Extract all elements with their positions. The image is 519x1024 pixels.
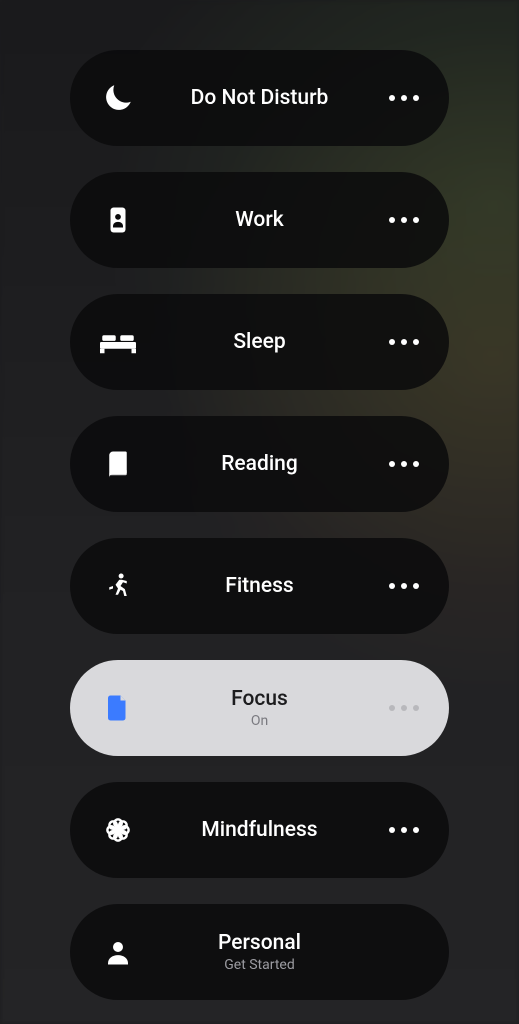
focus-mode-sleep[interactable]: Sleep (70, 294, 449, 390)
focus-mode-list: Do Not Disturb Work Sleep (0, 0, 519, 1000)
focus-mode-dnd[interactable]: Do Not Disturb (70, 50, 449, 146)
focus-mode-label: Mindfulness (201, 818, 317, 842)
focus-mode-labels: Work (140, 208, 379, 232)
focus-mode-labels: Sleep (140, 330, 379, 354)
focus-mode-mindfulness[interactable]: Mindfulness (70, 782, 449, 878)
focus-mode-sublabel: Get Started (224, 957, 295, 973)
focus-mode-personal[interactable]: Personal Get Started (70, 904, 449, 1000)
runner-icon (96, 564, 140, 608)
focus-mode-reading[interactable]: Reading (70, 416, 449, 512)
focus-mode-label: Do Not Disturb (191, 86, 329, 110)
more-button[interactable] (379, 583, 419, 589)
moon-icon (96, 76, 140, 120)
focus-mode-label: Work (235, 208, 283, 232)
focus-mode-labels: Do Not Disturb (140, 86, 379, 110)
focus-mode-work[interactable]: Work (70, 172, 449, 268)
focus-mode-label: Reading (221, 452, 298, 476)
focus-mode-labels: Focus On (140, 687, 379, 729)
focus-mode-label: Focus (231, 687, 288, 711)
more-button[interactable] (379, 217, 419, 223)
focus-mode-label: Sleep (233, 330, 285, 354)
focus-mode-labels: Fitness (140, 574, 379, 598)
more-button[interactable] (379, 705, 419, 711)
focus-mode-labels: Mindfulness (140, 818, 379, 842)
flower-icon (96, 808, 140, 852)
focus-mode-labels: Personal Get Started (140, 931, 379, 973)
focus-mode-label: Fitness (225, 574, 293, 598)
bed-icon (96, 320, 140, 364)
focus-mode-label: Personal (218, 931, 301, 955)
more-button[interactable] (379, 95, 419, 101)
focus-mode-focus[interactable]: Focus On (70, 660, 449, 756)
document-icon (96, 686, 140, 730)
book-icon (96, 442, 140, 486)
more-button[interactable] (379, 339, 419, 345)
person-icon (96, 930, 140, 974)
focus-mode-labels: Reading (140, 452, 379, 476)
more-button[interactable] (379, 461, 419, 467)
focus-mode-sublabel: On (251, 713, 268, 729)
focus-mode-fitness[interactable]: Fitness (70, 538, 449, 634)
more-button[interactable] (379, 827, 419, 833)
badge-icon (96, 198, 140, 242)
